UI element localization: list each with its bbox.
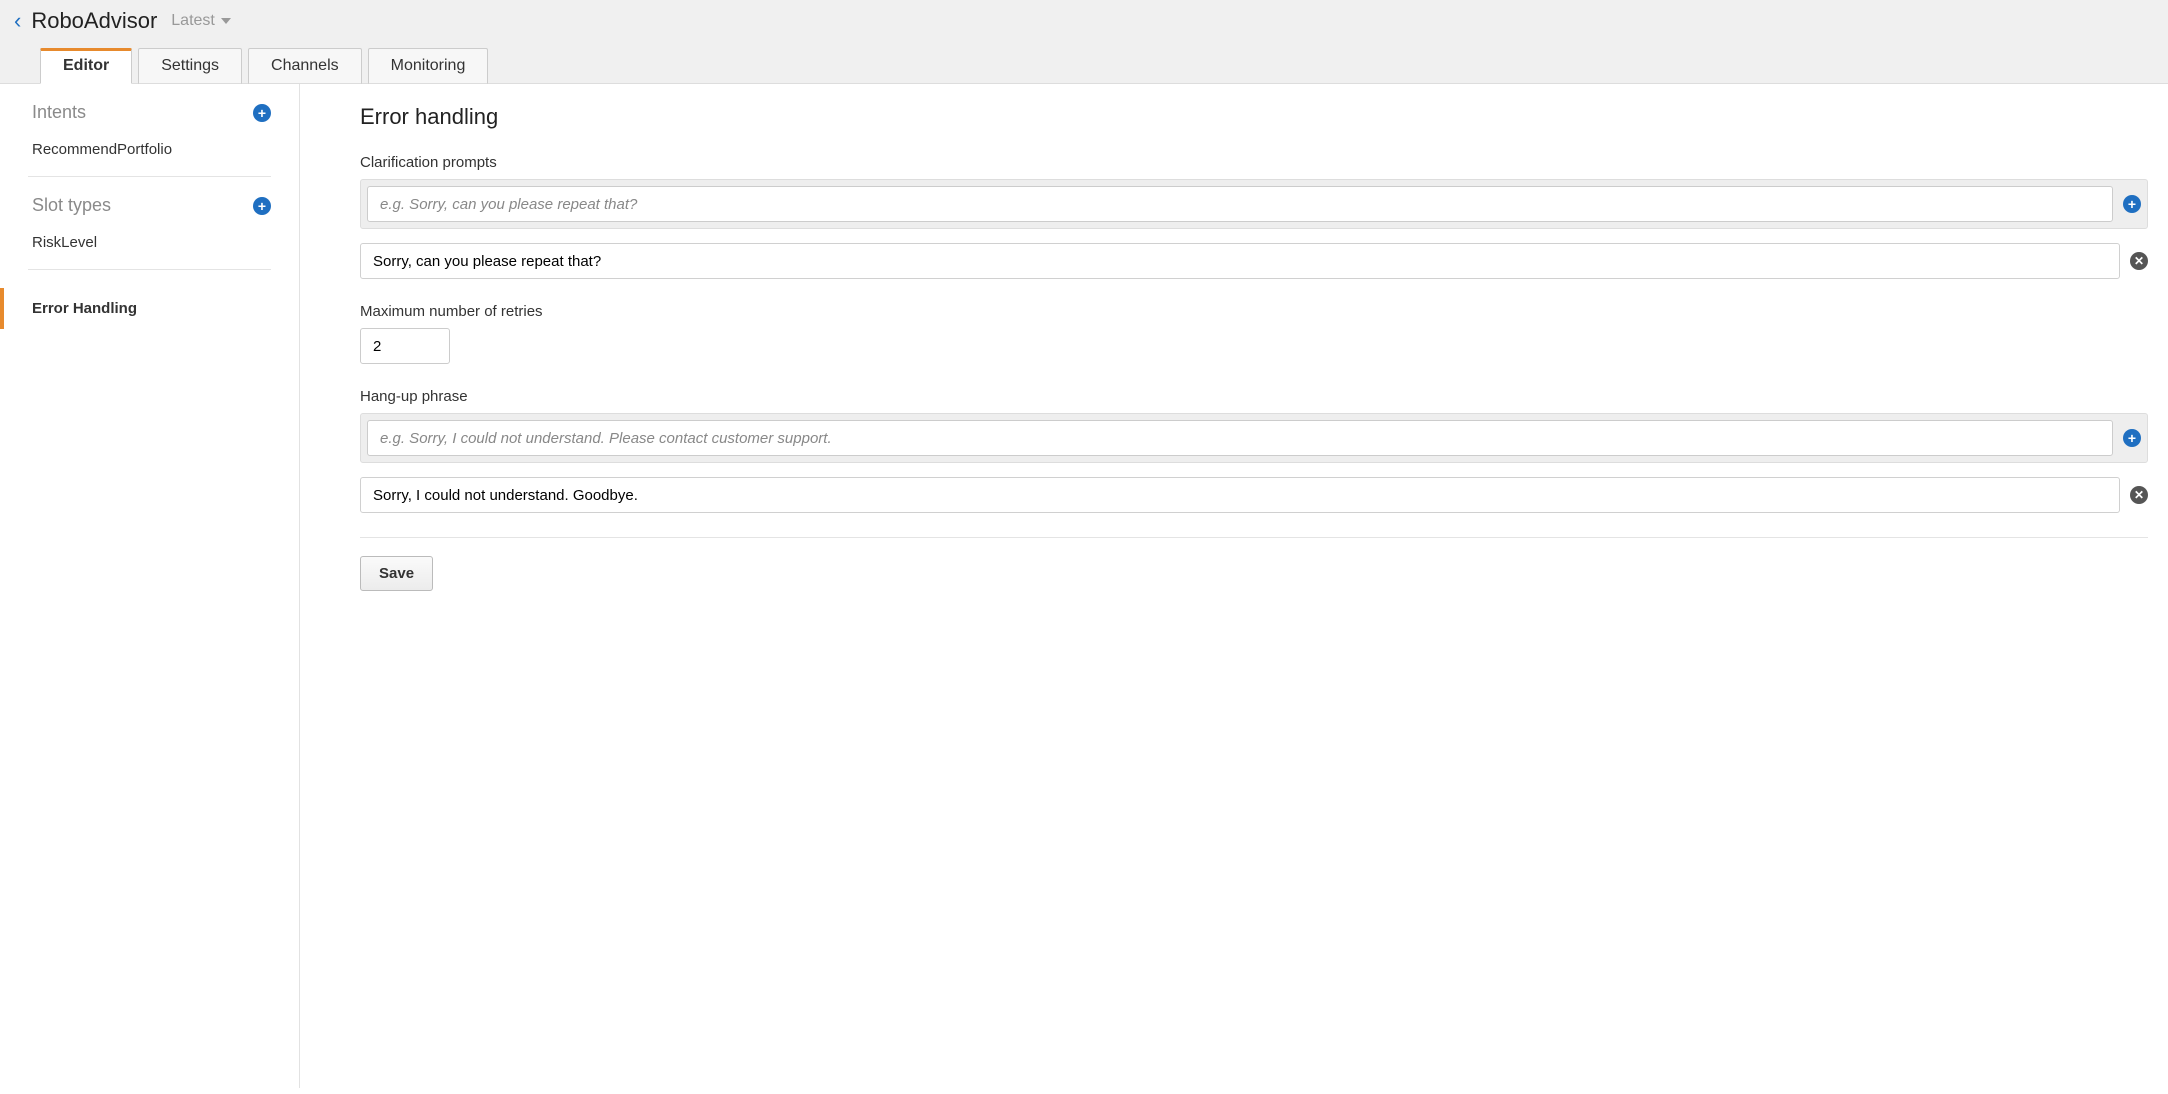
add-hangup-icon[interactable]: + xyxy=(2123,429,2141,447)
body: Intents + RecommendPortfolio Slot types … xyxy=(0,84,2168,1088)
remove-hangup-icon[interactable]: ✕ xyxy=(2130,486,2148,504)
hangup-label: Hang-up phrase xyxy=(360,388,2148,405)
clarification-template-row: + xyxy=(360,179,2148,229)
retries-label: Maximum number of retries xyxy=(360,303,2148,320)
tab-channels[interactable]: Channels xyxy=(248,48,362,84)
tab-monitoring[interactable]: Monitoring xyxy=(368,48,489,84)
sidebar-slot-type-item[interactable]: RiskLevel xyxy=(0,224,299,261)
intents-heading: Intents xyxy=(32,102,86,123)
sidebar-error-handling[interactable]: Error Handling xyxy=(0,288,299,329)
intents-header: Intents + xyxy=(0,102,299,131)
add-clarification-icon[interactable]: + xyxy=(2123,195,2141,213)
hangup-template-row: + xyxy=(360,413,2148,463)
app-title: RoboAdvisor xyxy=(31,8,157,34)
remove-clarification-icon[interactable]: ✕ xyxy=(2130,252,2148,270)
clarification-value-row: ✕ xyxy=(360,243,2148,279)
hangup-value-row: ✕ xyxy=(360,477,2148,513)
sidebar: Intents + RecommendPortfolio Slot types … xyxy=(0,84,300,1088)
save-row: Save xyxy=(360,537,2148,591)
sidebar-intent-item[interactable]: RecommendPortfolio xyxy=(0,131,299,168)
header-bar: ‹ RoboAdvisor Latest Editor Settings Cha… xyxy=(0,0,2168,84)
tab-editor[interactable]: Editor xyxy=(40,48,132,84)
slot-types-header: Slot types + xyxy=(0,195,299,224)
hangup-template-input[interactable] xyxy=(367,420,2113,456)
main-panel: Error handling Clarification prompts + ✕… xyxy=(300,84,2168,1088)
hangup-value-input[interactable] xyxy=(360,477,2120,513)
chevron-down-icon xyxy=(221,18,231,24)
tab-settings[interactable]: Settings xyxy=(138,48,242,84)
divider xyxy=(28,269,271,270)
clarification-value-input[interactable] xyxy=(360,243,2120,279)
version-dropdown[interactable]: Latest xyxy=(171,12,231,30)
header-top: ‹ RoboAdvisor Latest xyxy=(12,0,2156,48)
slot-types-heading: Slot types xyxy=(32,195,111,216)
save-button[interactable]: Save xyxy=(360,556,433,591)
add-intent-icon[interactable]: + xyxy=(253,104,271,122)
page-title: Error handling xyxy=(360,104,2148,130)
add-slot-type-icon[interactable]: + xyxy=(253,197,271,215)
retries-input[interactable] xyxy=(360,328,450,364)
back-icon[interactable]: ‹ xyxy=(14,10,21,32)
version-label: Latest xyxy=(171,12,215,30)
tabs: Editor Settings Channels Monitoring xyxy=(12,48,2156,84)
clarification-template-input[interactable] xyxy=(367,186,2113,222)
clarification-label: Clarification prompts xyxy=(360,154,2148,171)
divider xyxy=(28,176,271,177)
